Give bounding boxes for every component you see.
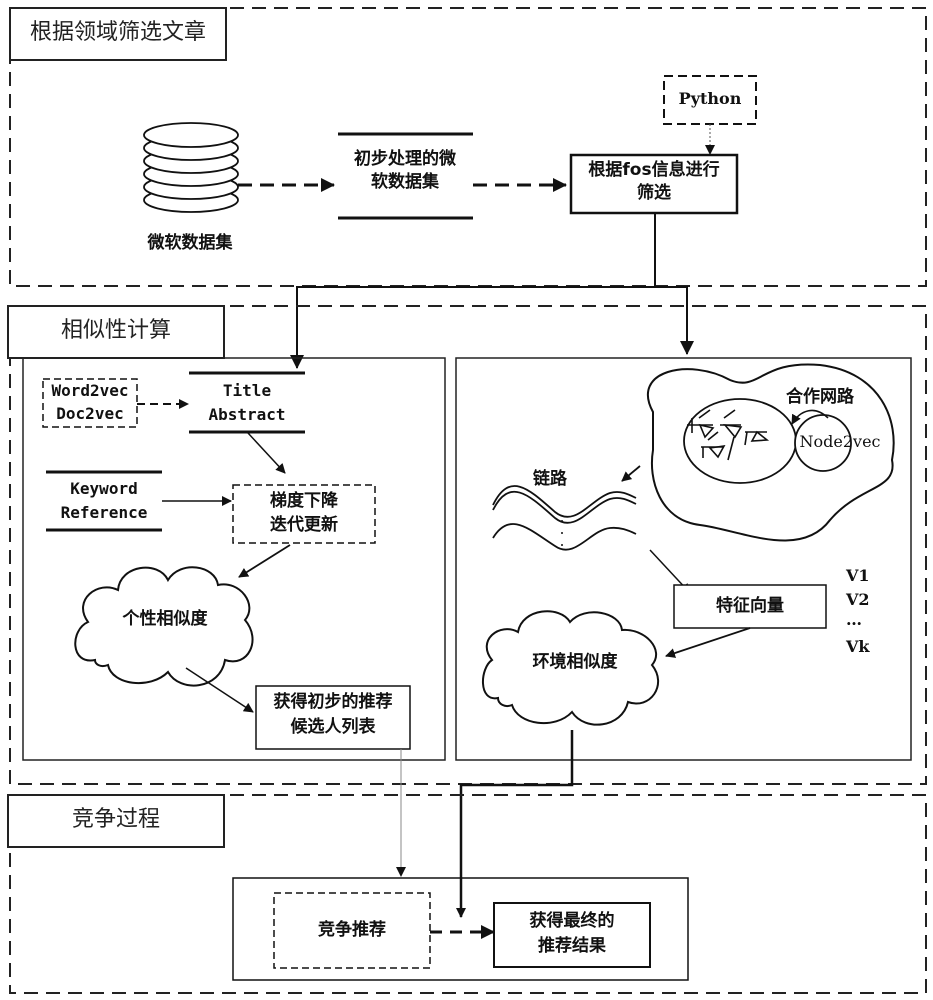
similarity-section-frame xyxy=(9,305,927,785)
filter-to-network-connector xyxy=(655,286,694,355)
environment-to-final-connector xyxy=(456,730,574,918)
keyword-label: Keyword xyxy=(70,479,138,498)
link-path-1a xyxy=(492,485,637,518)
network-to-links-arrow xyxy=(621,465,641,482)
filter-to-similarity-connector xyxy=(290,213,656,369)
processed-dataset-line-2: 软数据集 xyxy=(371,172,439,192)
cooperation-network-ellipse xyxy=(683,398,797,484)
competitive-recommendation-label: 竞争推荐 xyxy=(318,920,386,940)
word2vec-label: Word2vec xyxy=(51,381,129,400)
similarity-section-title: 相似性计算 xyxy=(60,318,171,343)
network-graph-icon xyxy=(687,409,770,461)
competition-section-title: 竞争过程 xyxy=(71,807,160,832)
gradient-to-personal-arrow xyxy=(238,544,291,578)
links-label: 链路 xyxy=(533,469,567,489)
vector-vk: Vk xyxy=(846,637,870,656)
python-label: Python xyxy=(678,89,742,108)
gradient-descent-line-1: 梯度下降 xyxy=(270,491,338,511)
vector-v2: V2 xyxy=(846,590,870,609)
link-path-1b xyxy=(492,490,637,524)
vector-ellipsis: … xyxy=(846,610,862,629)
title-label: Title xyxy=(222,381,272,400)
final-result-line-2: 推荐结果 xyxy=(538,936,606,956)
candidate-list-line-1: 获得初步的推荐 xyxy=(273,692,393,712)
ellipsis-dots xyxy=(561,520,563,546)
feature-to-environment-arrow xyxy=(665,627,751,658)
title-to-gradient-arrow xyxy=(247,432,286,474)
final-result-line-1: 获得最终的 xyxy=(529,911,615,931)
feature-vector-label: 特征向量 xyxy=(716,596,784,616)
gradient-descent-line-2: 迭代更新 xyxy=(270,515,338,535)
database-icon xyxy=(143,122,239,213)
link-path-2 xyxy=(492,523,637,551)
node2vec-label: Node2vec xyxy=(799,432,881,451)
personal-similarity-label: 个性相似度 xyxy=(122,609,208,629)
fos-filter-line-1: 根据fos信息进行 xyxy=(588,160,720,180)
environment-similarity-label: 环境相似度 xyxy=(532,652,618,672)
abstract-label: Abstract xyxy=(208,405,286,424)
filter-section-title: 根据领域筛选文章 xyxy=(29,20,206,45)
reference-label: Reference xyxy=(60,503,148,522)
database-label: 微软数据集 xyxy=(147,233,233,253)
doc2vec-label: Doc2vec xyxy=(56,404,124,423)
candidate-list-line-2: 候选人列表 xyxy=(290,717,376,737)
fos-filter-line-2: 筛选 xyxy=(637,183,671,203)
vector-v1: V1 xyxy=(846,566,870,585)
cooperation-network-label: 合作网路 xyxy=(786,387,854,407)
processed-dataset-line-1: 初步处理的微 xyxy=(354,149,456,169)
